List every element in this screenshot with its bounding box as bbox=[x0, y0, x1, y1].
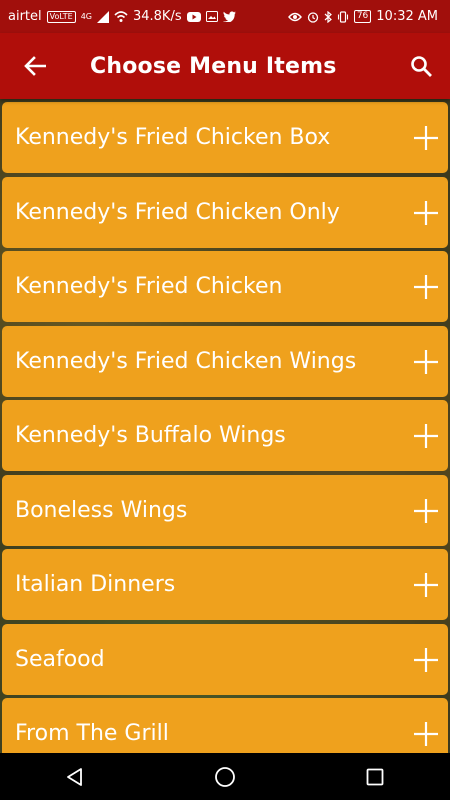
add-icon[interactable] bbox=[413, 423, 439, 449]
home-circle-icon bbox=[215, 766, 235, 787]
eye-icon bbox=[287, 12, 302, 22]
menu-item-fried-chicken-box[interactable]: Kennedy's Fried Chicken Box bbox=[2, 102, 448, 173]
back-button[interactable] bbox=[0, 33, 70, 99]
menu-item-seafood[interactable]: Seafood bbox=[2, 624, 448, 695]
menu-item-label: Kennedy's Buffalo Wings bbox=[15, 423, 286, 448]
status-bar: airtel VoLTE 4G 34.8K/s 76 10:32 AM bbox=[0, 0, 450, 33]
nav-back-button[interactable] bbox=[45, 753, 105, 800]
add-icon[interactable] bbox=[413, 274, 439, 300]
status-left: airtel VoLTE 4G 34.8K/s bbox=[8, 9, 236, 24]
status-right: 76 10:32 AM bbox=[287, 9, 438, 24]
menu-item-fried-chicken-only[interactable]: Kennedy's Fried Chicken Only bbox=[2, 177, 448, 248]
search-button[interactable] bbox=[392, 33, 450, 99]
alarm-icon bbox=[307, 11, 319, 23]
add-icon[interactable] bbox=[413, 572, 439, 598]
menu-item-fried-chicken[interactable]: Kennedy's Fried Chicken bbox=[2, 251, 448, 322]
signal-icon bbox=[96, 10, 109, 23]
menu-item-label: Kennedy's Fried Chicken Only bbox=[15, 200, 340, 225]
back-arrow-icon bbox=[24, 56, 46, 76]
battery-icon: 76 bbox=[353, 10, 372, 23]
volte-badge: VoLTE bbox=[46, 10, 76, 23]
back-triangle-icon bbox=[67, 767, 82, 786]
app-bar: Choose Menu Items bbox=[0, 33, 450, 99]
search-icon bbox=[411, 56, 432, 77]
menu-item-label: Kennedy's Fried Chicken bbox=[15, 274, 283, 299]
wifi-icon bbox=[114, 10, 128, 23]
menu-item-buffalo-wings[interactable]: Kennedy's Buffalo Wings bbox=[2, 400, 448, 471]
menu-item-label: Kennedy's Fried Chicken Box bbox=[15, 125, 331, 150]
menu-item-from-the-grill[interactable]: From The Grill bbox=[2, 698, 448, 753]
add-icon[interactable] bbox=[413, 349, 439, 375]
menu-item-label: Italian Dinners bbox=[15, 572, 176, 597]
nav-home-button[interactable] bbox=[195, 753, 255, 800]
add-icon[interactable] bbox=[413, 125, 439, 151]
menu-item-boneless-wings[interactable]: Boneless Wings bbox=[2, 475, 448, 546]
menu-item-italian-dinners[interactable]: Italian Dinners bbox=[2, 549, 448, 620]
menu-item-label: Boneless Wings bbox=[15, 498, 188, 523]
page-title: Choose Menu Items bbox=[90, 53, 337, 79]
add-icon[interactable] bbox=[413, 721, 439, 747]
gallery-icon bbox=[205, 11, 218, 22]
vibrate-icon bbox=[337, 10, 349, 23]
menu-item-label: Seafood bbox=[15, 647, 105, 672]
clock: 10:32 AM bbox=[376, 9, 438, 24]
add-icon[interactable] bbox=[413, 647, 439, 673]
twitter-icon bbox=[222, 11, 236, 22]
menu-item-fried-chicken-wings[interactable]: Kennedy's Fried Chicken Wings bbox=[2, 326, 448, 397]
youtube-icon bbox=[186, 11, 201, 22]
network-type: 4G bbox=[80, 12, 92, 21]
menu-item-label: Kennedy's Fried Chicken Wings bbox=[15, 349, 357, 374]
bluetooth-icon bbox=[324, 10, 332, 23]
system-nav-bar bbox=[0, 753, 450, 800]
menu-item-label: From The Grill bbox=[15, 721, 169, 746]
carrier-label: airtel bbox=[8, 9, 42, 24]
add-icon[interactable] bbox=[413, 200, 439, 226]
menu-items-list[interactable]: Kennedy's Fried Chicken Box Kennedy's Fr… bbox=[0, 99, 450, 753]
network-speed: 34.8K/s bbox=[132, 9, 182, 24]
nav-recents-button[interactable] bbox=[345, 753, 405, 800]
recents-square-icon bbox=[366, 768, 384, 785]
add-icon[interactable] bbox=[413, 498, 439, 524]
